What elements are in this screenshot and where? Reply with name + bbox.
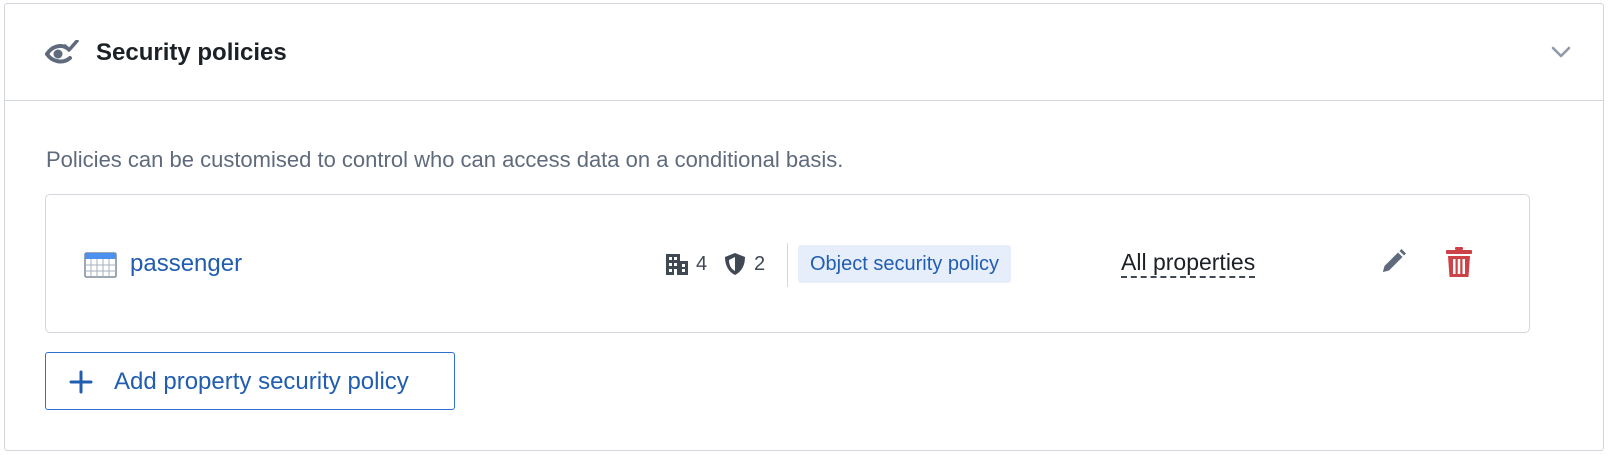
add-property-security-policy-button[interactable]: Add property security policy (45, 352, 455, 410)
panel-title: Security policies (96, 39, 287, 66)
all-properties-link[interactable]: All properties (1121, 248, 1256, 278)
security-policies-panel: Security policies Policies can be custom… (4, 3, 1604, 451)
building-icon (665, 252, 689, 276)
markings-count: 2 (754, 253, 766, 275)
policy-row: passenger 4 2 Object security policy All… (45, 194, 1530, 333)
delete-button[interactable] (1442, 246, 1476, 283)
vertical-divider (787, 243, 788, 287)
table-icon (84, 252, 117, 278)
eye-check-icon (45, 39, 79, 66)
panel-description: Policies can be customised to control wh… (46, 147, 844, 172)
plus-icon (69, 370, 93, 394)
policy-type-tag: Object security policy (798, 245, 1011, 283)
pencil-icon (1379, 248, 1407, 281)
organizations-count: 4 (696, 253, 708, 275)
trash-icon (1445, 246, 1473, 283)
panel-header[interactable]: Security policies (5, 4, 1603, 101)
add-button-label: Add property security policy (114, 368, 409, 395)
chevron-down-icon[interactable] (1549, 40, 1573, 64)
object-name-link[interactable]: passenger (130, 248, 242, 280)
edit-button[interactable] (1376, 247, 1410, 281)
shield-icon (724, 252, 746, 276)
